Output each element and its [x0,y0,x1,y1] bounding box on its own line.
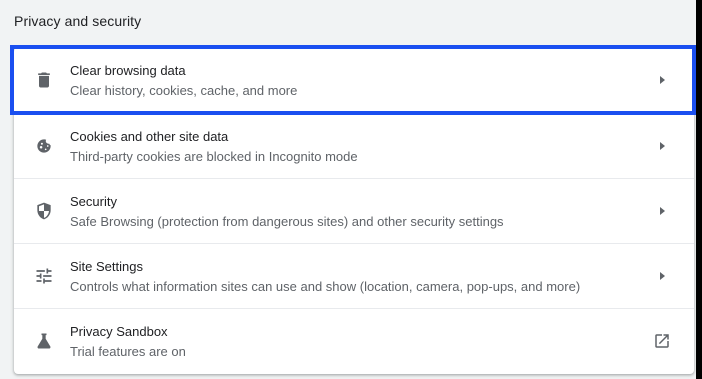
row-subtitle: Safe Browsing (protection from dangerous… [70,214,504,229]
row-title: Cookies and other site data [70,129,229,144]
row-subtitle: Clear history, cookies, cache, and more [70,83,298,98]
row-title: Security [70,194,117,209]
row-subtitle: Trial features are on [70,344,186,359]
row-subtitle: Third-party cookies are blocked in Incog… [70,149,358,164]
site-settings-row[interactable]: Site Settings Controls what information … [14,243,694,308]
settings-page: Privacy and security Clear browsing data… [0,0,696,379]
flask-icon [32,329,56,353]
section-title: Privacy and security [14,13,142,29]
clear-browsing-data-row[interactable]: Clear browsing data Clear history, cooki… [14,48,694,113]
row-subtitle: Controls what information sites can use … [70,279,581,294]
shield-icon [32,199,56,223]
privacy-security-card: Clear browsing data Clear history, cooki… [14,48,694,374]
open-in-new-icon[interactable] [652,331,672,351]
arrow-right-icon[interactable] [652,266,672,286]
cookies-row[interactable]: Cookies and other site data Third-party … [14,113,694,178]
row-title: Privacy Sandbox [70,324,168,339]
row-title: Clear browsing data [70,63,186,78]
trash-icon [32,68,56,92]
tune-icon [32,264,56,288]
arrow-right-icon[interactable] [652,70,672,90]
arrow-right-icon[interactable] [652,136,672,156]
cookie-icon [32,134,56,158]
row-title: Site Settings [70,259,143,274]
arrow-right-icon[interactable] [652,201,672,221]
privacy-sandbox-row[interactable]: Privacy Sandbox Trial features are on [14,308,694,373]
security-row[interactable]: Security Safe Browsing (protection from … [14,178,694,243]
